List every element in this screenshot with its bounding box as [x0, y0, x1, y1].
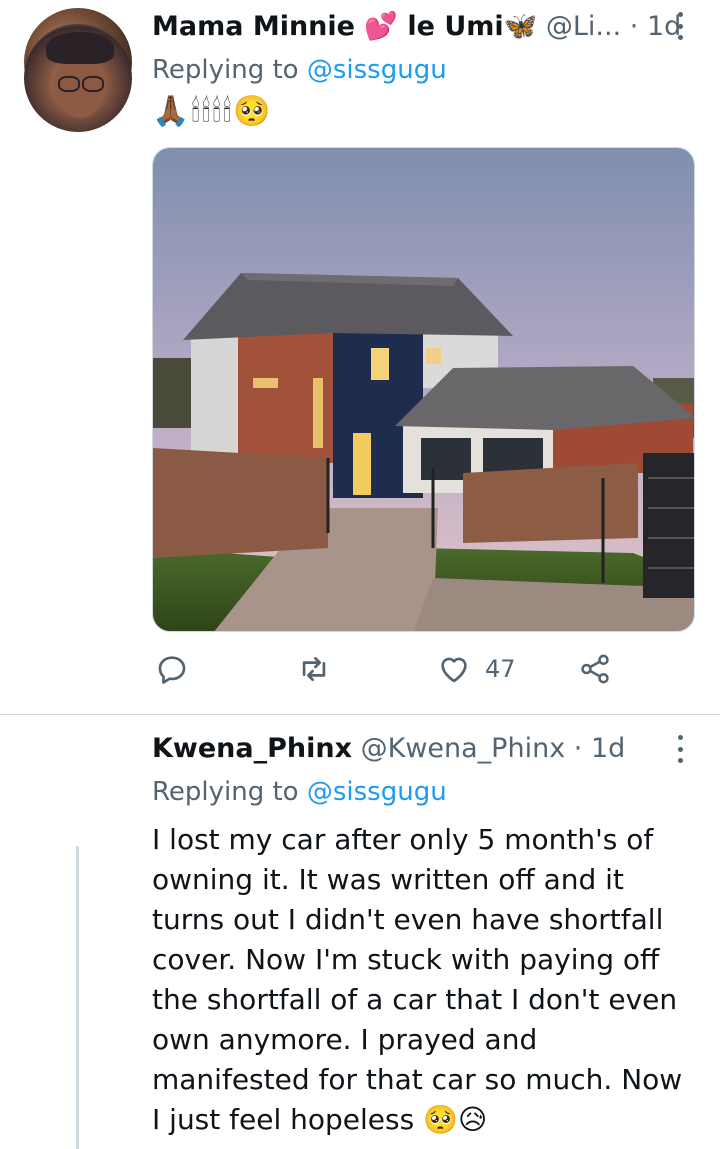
replying-to-label: Replying to [152, 55, 299, 85]
more-options-icon[interactable] [670, 8, 690, 44]
display-name[interactable]: Mama Minnie 💕 le Umi🦋 [152, 11, 537, 42]
tweet-header: Mama Minnie 💕 le Umi🦋 @Li... · 1d [152, 10, 681, 42]
user-handle[interactable]: @Kwena_Phinx [361, 733, 566, 764]
tweet-text: 🙏🏾🕯🕯🕯🕯🥺 [152, 94, 273, 129]
separator-dot: · [629, 11, 639, 42]
tweet-image-house[interactable] [152, 147, 695, 632]
timestamp[interactable]: 1d [591, 733, 625, 764]
reply-button[interactable] [155, 652, 189, 686]
share-button[interactable] [578, 652, 612, 686]
tweet-actions: 47 [0, 652, 720, 700]
mention-link[interactable]: @sissgugu [307, 55, 447, 85]
separator-dot: · [573, 733, 583, 764]
retweet-icon [302, 657, 326, 681]
tweet-header: Kwena_Phinx @Kwena_Phinx · 1d [152, 733, 625, 764]
tweet-text: I lost my car after only 5 month's of ow… [152, 823, 683, 1136]
more-options-icon[interactable] [670, 731, 690, 767]
share-icon [581, 654, 609, 684]
display-name[interactable]: Kwena_Phinx [152, 733, 352, 764]
replying-to-label: Replying to [152, 777, 299, 807]
heart-icon [441, 657, 467, 683]
retweet-button[interactable] [297, 652, 331, 686]
mention-link[interactable]: @sissgugu [307, 777, 447, 807]
thread-line [76, 846, 79, 1149]
reply-icon [158, 656, 186, 684]
like-count: 47 [485, 655, 516, 683]
replying-to: Replying to @sissgugu [152, 55, 447, 85]
replying-to: Replying to @sissgugu [152, 777, 447, 807]
like-button[interactable]: 47 [437, 652, 516, 686]
user-handle[interactable]: @Li... [546, 11, 621, 42]
avatar[interactable] [24, 24, 132, 132]
